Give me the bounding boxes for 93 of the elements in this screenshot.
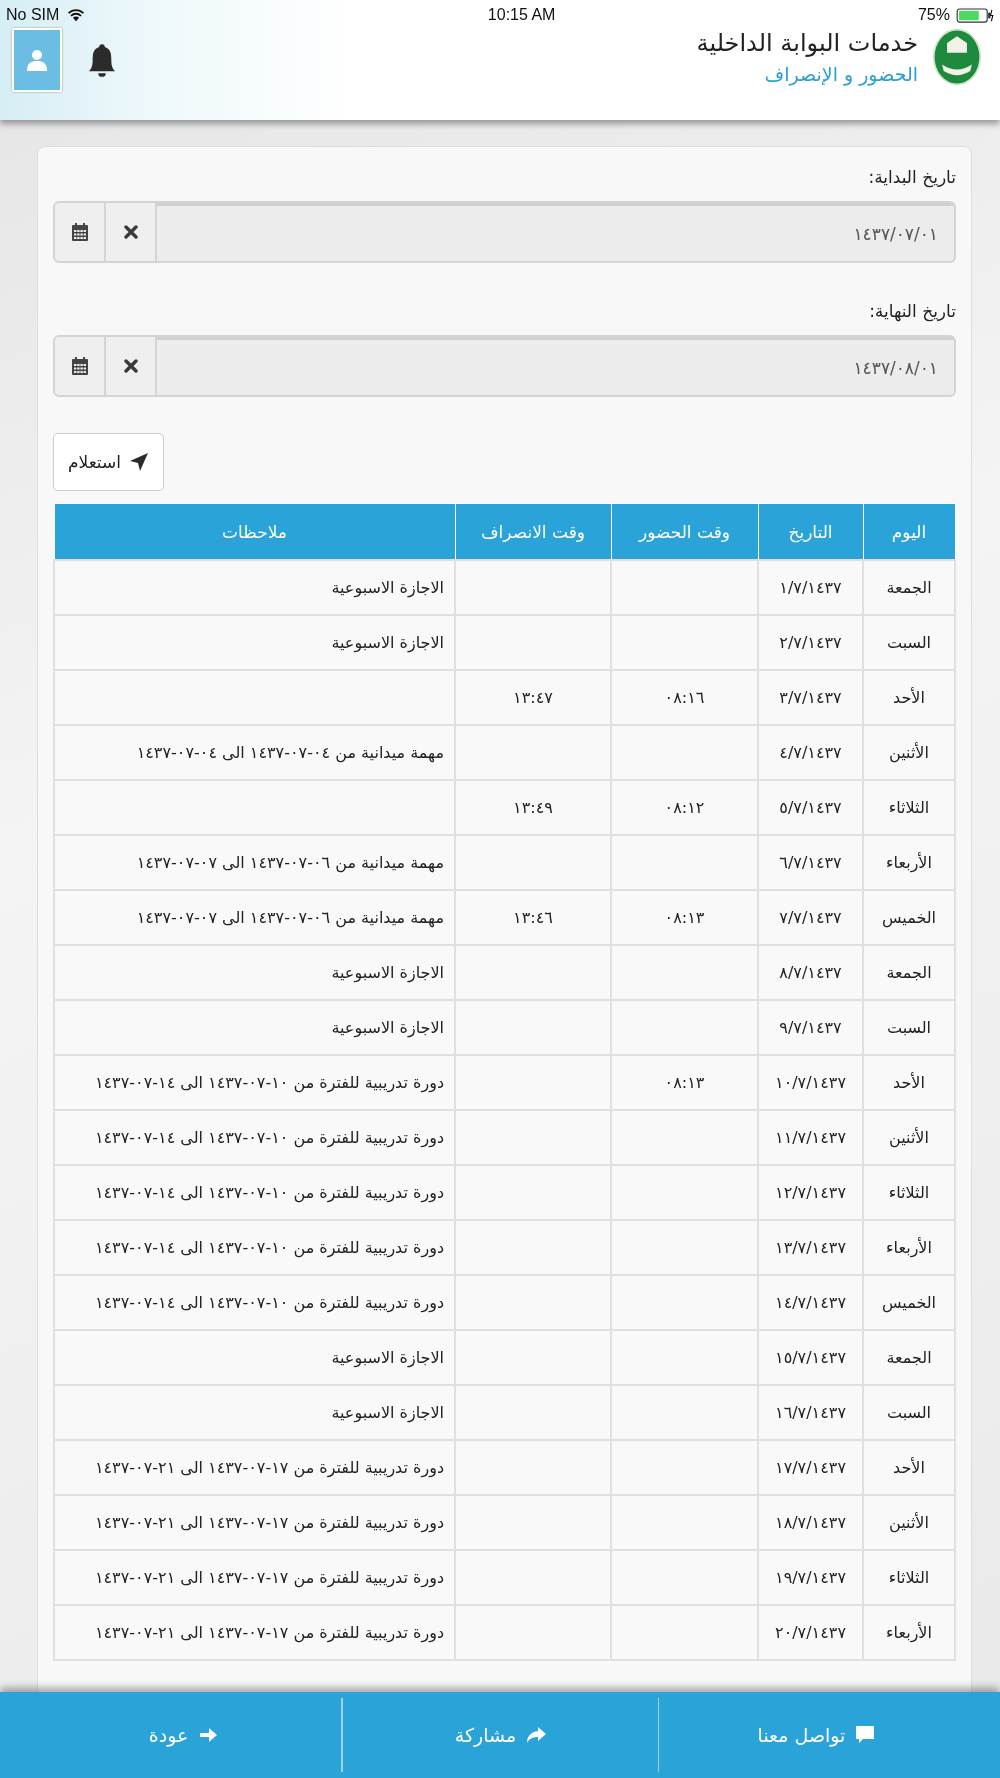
table-cell: ٣/٧/١٤٣٧ <box>758 670 863 725</box>
table-cell: دورة تدريبية للفترة من ١٠-٠٧-١٤٣٧ الى ١٤-٠٧-١٤٣٧ <box>54 1220 455 1275</box>
table-cell: ٢٠/٧/١٤٣٧ <box>758 1605 863 1660</box>
table-cell: ١٧/٧/١٤٣٧ <box>758 1440 863 1495</box>
table-cell: ١٤/٧/١٤٣٧ <box>758 1275 863 1330</box>
table-cell: دورة تدريبية للفترة من ١٠-٠٧-١٤٣٧ الى ١٤-٠٧-١٤٣٧ <box>54 1055 455 1110</box>
table-cell: ١٥/٧/١٤٣٧ <box>758 1330 863 1385</box>
table-cell: الاجازة الاسبوعية <box>54 1385 455 1440</box>
battery-icon <box>956 7 994 23</box>
header-title: خدمات البوابة الداخلية <box>696 29 918 57</box>
share-arrow-icon <box>526 1725 547 1745</box>
table-cell: الجمعة <box>863 1330 955 1385</box>
table-cell: السبت <box>863 1385 955 1440</box>
table-cell: الأثنين <box>863 725 955 780</box>
table-cell: الجمعة <box>863 945 955 1000</box>
clock-text: 10:15 AM <box>486 6 556 24</box>
carrier-text: No SIM <box>6 6 60 24</box>
table-cell: الأحد <box>863 1055 955 1110</box>
table-cell: ١٠/٧/١٤٣٧ <box>758 1055 863 1110</box>
table-cell: ٠٨:١٢ <box>611 780 758 835</box>
calendar-button[interactable] <box>55 337 106 395</box>
table-cell: الأربعاء <box>863 835 955 890</box>
table-cell: ١١/٧/١٤٣٧ <box>758 1110 863 1165</box>
table-cell: دورة تدريبية للفترة من ١٠-٠٧-١٤٣٧ الى ١٤-٠٧-١٤٣٧ <box>54 1110 455 1165</box>
table-cell: الجمعة <box>863 560 955 615</box>
table-cell: ١٨/٧/١٤٣٧ <box>758 1495 863 1550</box>
arrow-right-icon <box>198 1725 219 1745</box>
table-cell: الثلاثاء <box>863 780 955 835</box>
table-cell: الاجازة الاسبوعية <box>54 615 455 670</box>
table-cell: الخميس <box>863 1275 955 1330</box>
table-cell: دورة تدريبية للفترة من ١٠-٠٧-١٤٣٧ الى ١٤-٠٧-١٤٣٧ <box>54 1165 455 1220</box>
table-cell: الاجازة الاسبوعية <box>54 1330 455 1385</box>
field-label: تاريخ البداية: <box>868 167 956 187</box>
table-cell: ٨/٧/١٤٣٧ <box>758 945 863 1000</box>
table-cell: دورة تدريبية للفترة من ١٠-٠٧-١٤٣٧ الى ١٤-٠٧-١٤٣٧ <box>54 1275 455 1330</box>
table-cell: ١٣:٤٧ <box>455 670 611 725</box>
table-cell: مهمة ميدانية من ٠٦-٠٧-١٤٣٧ الى ٠٧-٠٧-١٤٣٧ <box>54 890 455 945</box>
chat-bubble-icon <box>855 1725 876 1745</box>
table-cell: ٠٨:١٣ <box>611 890 758 945</box>
table-cell: الثلاثاء <box>863 1550 955 1605</box>
table-cell: الأحد <box>863 1440 955 1495</box>
table-cell: ٤/٧/١٤٣٧ <box>758 725 863 780</box>
table-cell: الأربعاء <box>863 1605 955 1660</box>
table-cell: الأثنين <box>863 1495 955 1550</box>
table-cell: مهمة ميدانية من ٠٦-٠٧-١٤٣٧ الى ٠٧-٠٧-١٤٣٧ <box>54 835 455 890</box>
field-label: تاريخ النهاية: <box>869 301 956 321</box>
table-cell: دورة تدريبية للفترة من ١٧-٠٧-١٤٣٧ الى ٢١-٠٧-١٤٣٧ <box>54 1495 455 1550</box>
table-cell: ١٣/٧/١٤٣٧ <box>758 1220 863 1275</box>
table-cell: ٢/٧/١٤٣٧ <box>758 615 863 670</box>
table-cell: السبت <box>863 615 955 670</box>
table-cell: دورة تدريبية للفترة من ١٧-٠٧-١٤٣٧ الى ٢١-٠٧-١٤٣٧ <box>54 1440 455 1495</box>
close-icon <box>123 359 138 373</box>
table-cell: ٠٨:١٦ <box>611 670 758 725</box>
query-button[interactable]: استعلام <box>53 433 164 491</box>
table-cell: ٠٨:١٣ <box>611 1055 758 1110</box>
table-cell: الأربعاء <box>863 1220 955 1275</box>
table-cell: الاجازة الاسبوعية <box>54 1000 455 1055</box>
table-cell: ١٦/٧/١٤٣٧ <box>758 1385 863 1440</box>
table-cell: ١٣:٤٩ <box>455 780 611 835</box>
column-header: وقت الانصراف <box>455 503 611 560</box>
table-cell: ٧/٧/١٤٣٧ <box>758 890 863 945</box>
table-cell: مهمة ميدانية من ٠٤-٠٧-١٤٣٧ الى ٠٤-٠٧-١٤٣٧ <box>54 725 455 780</box>
logo-icon <box>932 28 982 86</box>
table-cell: الثلاثاء <box>863 1165 955 1220</box>
table-cell: الأثنين <box>863 1110 955 1165</box>
table-cell: ٩/٧/١٤٣٧ <box>758 1000 863 1055</box>
table-cell: الأحد <box>863 670 955 725</box>
wifi-icon <box>67 8 86 22</box>
table-cell: ١٣:٤٦ <box>455 890 611 945</box>
send-icon <box>128 452 149 472</box>
calendar-button[interactable] <box>55 203 106 261</box>
calendar-icon <box>71 223 88 241</box>
table-cell: الخميس <box>863 890 955 945</box>
table-cell: الاجازة الاسبوعية <box>54 560 455 615</box>
column-header: وقت الحضور <box>611 503 758 560</box>
table-cell: الاجازة الاسبوعية <box>54 945 455 1000</box>
table-cell: ١٩/٧/١٤٣٧ <box>758 1550 863 1605</box>
column-header: التاريخ <box>758 503 863 560</box>
table-cell: ٦/٧/١٤٣٧ <box>758 835 863 890</box>
close-icon <box>123 225 138 239</box>
user-icon <box>27 49 47 71</box>
table-cell: ١٢/٧/١٤٣٧ <box>758 1165 863 1220</box>
table-cell: ١/٧/١٤٣٧ <box>758 560 863 615</box>
bell-icon[interactable] <box>88 42 116 80</box>
table-cell: السبت <box>863 1000 955 1055</box>
battery-percent: 75% <box>917 6 950 24</box>
table-cell: دورة تدريبية للفترة من ١٧-٠٧-١٤٣٧ الى ٢١-٠٧-١٤٣٧ <box>54 1605 455 1660</box>
header-subtitle: الحضور و الإنصراف <box>763 63 918 85</box>
table-cell: ٥/٧/١٤٣٧ <box>758 780 863 835</box>
calendar-icon <box>71 357 88 375</box>
table-cell: دورة تدريبية للفترة من ١٧-٠٧-١٤٣٧ الى ٢١-٠٧-١٤٣٧ <box>54 1550 455 1605</box>
column-header: ملاحظات <box>54 503 455 560</box>
column-header: اليوم <box>863 503 955 560</box>
